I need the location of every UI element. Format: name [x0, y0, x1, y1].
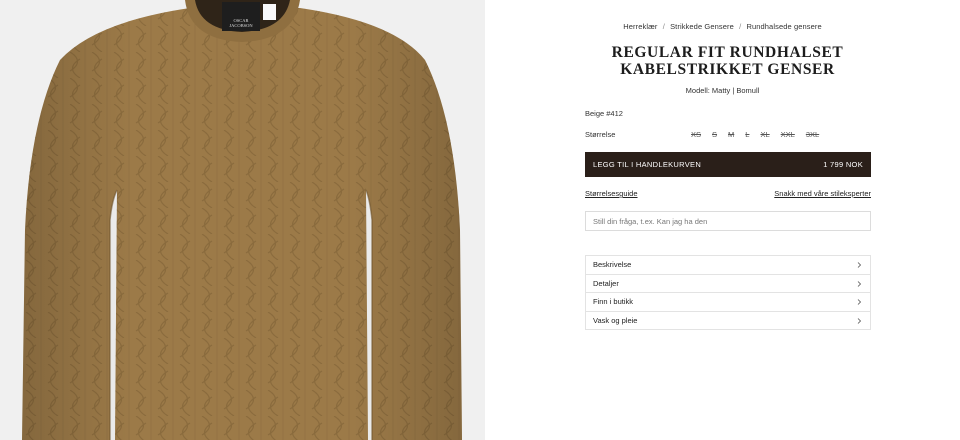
- size-options: XS S M L XL XXL 3XL: [691, 130, 830, 139]
- add-to-cart-label: LEGG TIL I HANDLEKURVEN: [593, 160, 702, 169]
- accordion-item-finn-i-butikk[interactable]: Finn i butikk: [585, 293, 871, 312]
- breadcrumb-separator: /: [662, 22, 665, 31]
- product-title: REGULAR FIT RUNDHALSET KABELSTRIKKET GEN…: [611, 44, 844, 78]
- chevron-right-icon: [857, 299, 862, 305]
- accordion-label: Detaljer: [593, 278, 619, 288]
- product-image[interactable]: OSCAR JACOBSON: [0, 0, 485, 440]
- product-info: Herreklær / Strikkede Gensere / Rundhals…: [485, 0, 960, 440]
- product-model: Modell: Matty | Bomull: [685, 86, 760, 95]
- help-links: Størrelsesguide Snakk med våre stilekspe…: [585, 189, 871, 201]
- breadcrumb-item-strikkede-gensere[interactable]: Strikkede Gensere: [670, 22, 734, 31]
- accordion-label: Beskrivelse: [593, 260, 632, 270]
- question-input[interactable]: [585, 211, 871, 231]
- product-page: OSCAR JACOBSON Herreklær / Strikkede Gen…: [0, 0, 960, 440]
- breadcrumb-separator: /: [739, 22, 742, 31]
- accordion-item-detaljer[interactable]: Detaljer: [585, 274, 871, 293]
- product-color: Beige #412: [585, 109, 623, 118]
- size-option-xxl[interactable]: XXL: [781, 130, 795, 139]
- size-option-s[interactable]: S: [712, 130, 717, 139]
- size-guide-link[interactable]: Størrelsesguide: [585, 189, 638, 198]
- size-selector: Størrelse XS S M L XL XXL 3XL: [585, 130, 871, 142]
- size-option-3xl[interactable]: 3XL: [806, 130, 819, 139]
- breadcrumb-item-herreklaer[interactable]: Herreklær: [623, 22, 657, 31]
- breadcrumb: Herreklær / Strikkede Gensere / Rundhals…: [485, 22, 960, 31]
- size-option-xl[interactable]: XL: [760, 130, 769, 139]
- size-option-xs[interactable]: XS: [691, 130, 701, 139]
- accordion-item-beskrivelse[interactable]: Beskrivelse: [585, 256, 871, 275]
- product-price: 1 799 NOK: [823, 160, 863, 169]
- accordion-item-vask-og-pleie[interactable]: Vask og pleie: [585, 311, 871, 330]
- chevron-right-icon: [857, 317, 862, 324]
- size-label: Størrelse: [585, 130, 616, 139]
- chevron-right-icon: [857, 280, 862, 287]
- add-to-cart-button[interactable]: LEGG TIL I HANDLEKURVEN 1 799 NOK: [585, 152, 871, 177]
- breadcrumb-item-rundhalsede-gensere[interactable]: Rundhalsede gensere: [746, 22, 821, 31]
- brand-label-line2: JACOBSON: [229, 23, 253, 28]
- chevron-right-icon: [857, 262, 862, 268]
- style-expert-link[interactable]: Snakk med våre stileksperter: [774, 189, 871, 198]
- accordion-label: Finn i butikk: [593, 297, 634, 307]
- size-option-m[interactable]: M: [728, 130, 734, 139]
- sweater-illustration: OSCAR JACOBSON: [22, 0, 462, 440]
- product-accordion: Beskrivelse Detaljer Finn i butikk Vask …: [585, 255, 871, 330]
- accordion-label: Vask og pleie: [593, 315, 638, 325]
- size-option-l[interactable]: L: [745, 130, 749, 139]
